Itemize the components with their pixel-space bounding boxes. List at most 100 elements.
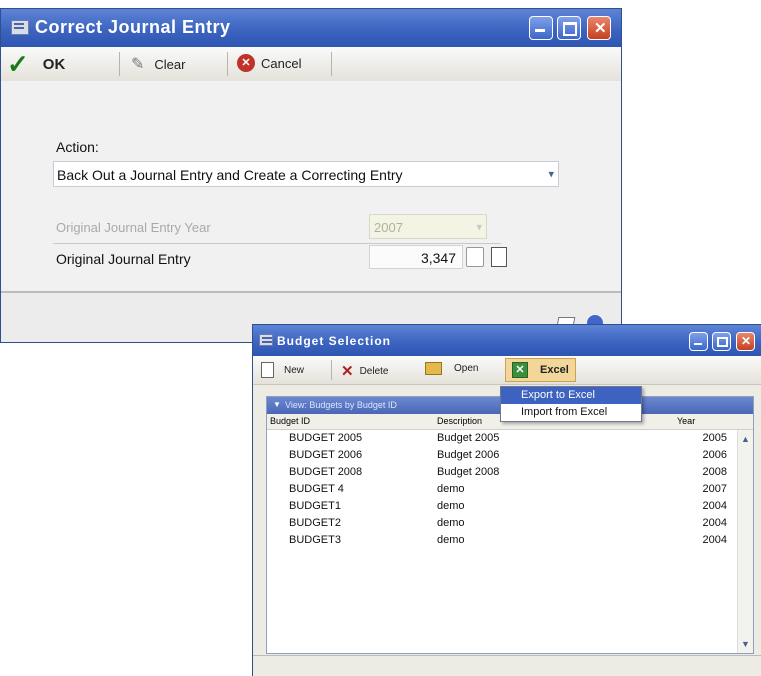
cell-description: demo [437,500,465,512]
entry-field[interactable]: 3,347 [369,245,463,269]
toolbar-separator [331,360,332,380]
lookup-icon[interactable] [466,247,484,267]
action-dropdown[interactable]: Back Out a Journal Entry and Create a Co… [53,161,559,187]
budget-grid: ▼ View: Budgets by Budget ID Budget ID D… [266,396,754,654]
excel-label: Excel [540,364,569,376]
cell-id: BUDGET3 [289,534,341,546]
chevron-down-icon: ▾ [476,221,482,233]
delete-x-icon: ✕ [341,363,354,380]
journal-window-title: Correct Journal Entry [35,17,231,37]
close-icon: ✕ [594,20,607,37]
table-row[interactable]: BUDGET 4 demo 2007 [267,481,737,498]
minimize-icon [694,343,702,345]
minimize-button[interactable] [689,332,708,351]
cell-id: BUDGET 2008 [289,466,363,478]
cell-id: BUDGET2 [289,517,341,529]
clear-button[interactable]: ✎ Clear [131,54,185,74]
year-value: 2007 [374,220,403,235]
chevron-down-icon: ▾ [548,168,554,181]
close-button[interactable]: ✕ [587,16,611,40]
budget-selection-window: Budget Selection ✕ New ✕ Delete Open ✕ E… [252,324,761,676]
ok-button[interactable]: ✓ OK [7,51,65,77]
toolbar-separator [119,52,120,76]
ok-label: OK [42,55,66,73]
cell-description: Budget 2008 [437,466,500,478]
budget-titlebar[interactable]: Budget Selection ✕ [253,325,761,356]
cell-id: BUDGET 2006 [289,449,363,461]
vertical-scrollbar[interactable]: ▲ ▼ [737,430,753,653]
entry-value: 3,347 [420,250,456,266]
maximize-button[interactable] [712,332,731,351]
table-row[interactable]: BUDGET3 demo 2004 [267,532,737,549]
cell-description: Budget 2005 [437,432,500,444]
cell-year: 2006 [702,449,727,461]
maximize-icon [563,22,577,36]
cell-id: BUDGET1 [289,500,341,512]
column-header-year[interactable]: Year [677,416,695,426]
eraser-icon: ✎ [131,56,145,73]
cell-year: 2004 [702,534,727,546]
checkmark-icon: ✓ [7,49,29,79]
table-row[interactable]: BUDGET 2006 Budget 2006 2006 [267,447,737,464]
cell-description: demo [437,534,465,546]
open-button[interactable]: Open [425,362,478,375]
open-folder-icon [425,362,442,375]
budget-bottom-divider [253,655,761,656]
row-divider [53,243,501,244]
scroll-down-icon[interactable]: ▼ [741,639,750,649]
column-header-description[interactable]: Description [437,416,482,426]
new-label: New [284,364,305,376]
menu-item[interactable]: Export to Excel [501,387,641,404]
column-header-id[interactable]: Budget ID [270,416,310,426]
cancel-button[interactable]: ✕ Cancel [237,54,301,72]
year-label: Original Journal Entry Year [56,220,211,235]
cell-description: Budget 2006 [437,449,500,461]
excel-menu: Export to Excel Import from Excel [500,386,642,422]
entry-label: Original Journal Entry [56,251,191,267]
action-label: Action: [56,139,99,155]
table-row[interactable]: BUDGET2 demo 2004 [267,515,737,532]
toolbar-separator [227,52,228,76]
window-icon [11,20,29,35]
table-row[interactable]: BUDGET 2005 Budget 2005 2005 [267,430,737,447]
window-icon [259,334,273,346]
delete-label: Delete [359,365,389,377]
cancel-label: Cancel [261,55,302,71]
year-dropdown[interactable]: 2007 ▾ [369,214,487,239]
close-icon: ✕ [741,334,752,348]
clear-label: Clear [154,56,186,72]
minimize-icon [535,29,545,32]
journal-content: Action: Back Out a Journal Entry and Cre… [1,81,621,291]
minimize-button[interactable] [529,16,553,40]
table-row[interactable]: BUDGET 2008 Budget 2008 2008 [267,464,737,481]
cell-year: 2004 [702,517,727,529]
budget-window-title: Budget Selection [277,334,392,348]
new-button[interactable]: New [261,362,304,378]
cell-year: 2005 [702,432,727,444]
excel-icon: ✕ [512,362,528,378]
cell-description: demo [437,483,465,495]
excel-menu-items: Export to Excel Import from Excel [501,387,641,421]
toolbar-separator [331,52,332,76]
correct-journal-entry-window: Correct Journal Entry ✕ ✓ OK ✎ Clear ✕ C… [0,8,622,343]
budget-rows: BUDGET 2005 Budget 2005 2005 BUDGET 2006 Bud… [267,430,737,653]
new-document-icon [261,362,274,378]
menu-item[interactable]: Import from Excel [501,404,641,421]
view-dropdown-icon: ▼ [273,400,281,409]
cell-year: 2004 [702,500,727,512]
new-document-icon[interactable] [491,247,507,267]
excel-button[interactable]: ✕ Excel [505,358,576,382]
action-value: Back Out a Journal Entry and Create a Co… [57,167,403,183]
cell-year: 2007 [702,483,727,495]
scroll-up-icon[interactable]: ▲ [741,434,750,444]
close-button[interactable]: ✕ [736,332,755,351]
cell-year: 2008 [702,466,727,478]
cell-id: BUDGET 4 [289,483,344,495]
maximize-icon [717,337,728,347]
open-label: Open [454,363,479,374]
table-row[interactable]: BUDGET1 demo 2004 [267,498,737,515]
journal-titlebar[interactable]: Correct Journal Entry ✕ [1,9,621,47]
cell-id: BUDGET 2005 [289,432,363,444]
maximize-button[interactable] [557,16,581,40]
delete-button[interactable]: ✕ Delete [341,362,388,380]
